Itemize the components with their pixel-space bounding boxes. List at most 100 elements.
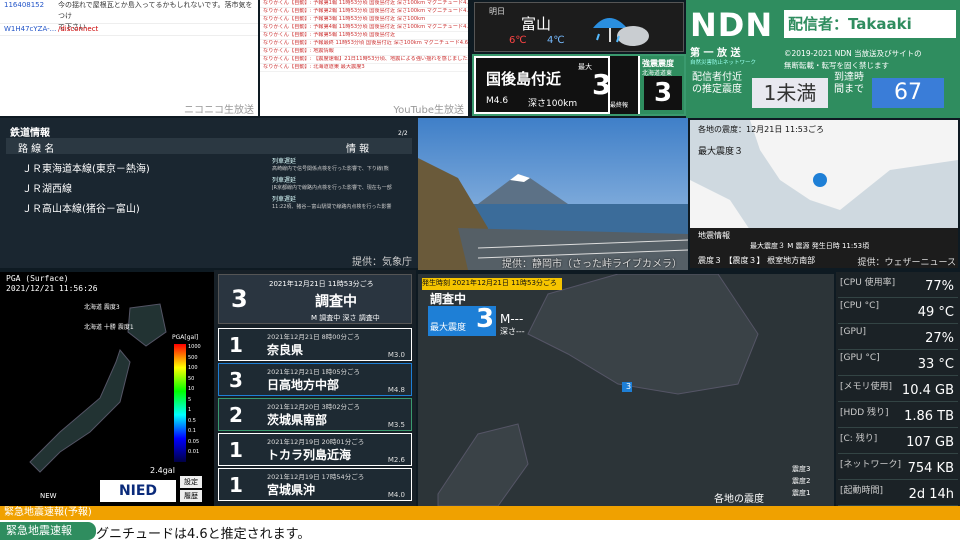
pga-region-label: 北海道 震度3: [84, 304, 120, 311]
system-monitor: [CPU 使用率] 77% [CPU °C] 49 °C [GPU] 27% [GPU °C…: [836, 272, 960, 506]
occur-time: 2021年12月21日 11時53分ごろ: [452, 279, 557, 287]
camera-credit: 提供：静岡市（さった峠ライブカメラ）: [502, 259, 682, 270]
pga-new: NEW: [40, 492, 57, 500]
sys-row: [ネットワーク] 754 KB: [838, 456, 958, 480]
live-camera: 提供：静岡市（さった峠ライブカメラ）: [418, 118, 688, 270]
rail-text: 高崎線内で信号関係点検を行った影響で、下り線(熊: [272, 166, 389, 172]
item-time: 2021年12月21日 1時05分ごろ: [267, 368, 361, 376]
copyright2: 無断転載・転写を固く禁じます: [784, 61, 889, 70]
latest-time: 2021年12月21日 11時53分ごろ: [269, 280, 374, 288]
chat-panel-left: 116408152 今の揺れで屋根瓦とか島入ってるかもしれないです。落市気をつけ…: [0, 0, 258, 116]
rail-credit: 提供：気象庁: [352, 257, 412, 268]
rail-status: 列車遅延: [272, 196, 297, 203]
item-mag: M2.6: [387, 456, 405, 464]
pga-scale-label: 10: [188, 386, 195, 392]
map-ticker: 最大震度３ M 震源 発生日時 11:53頃: [750, 242, 870, 250]
sys-value: 2d 14h: [908, 487, 954, 502]
quake-region: 国後島付近: [486, 70, 562, 88]
pga-scale-label: 500: [188, 354, 198, 361]
weather-city: 富山: [521, 15, 552, 33]
settings-button[interactable]: 設定: [180, 476, 202, 488]
broadcaster-name: 配信者：Takaaki: [784, 10, 956, 38]
map-depth: 深さ---: [500, 327, 525, 336]
weather-low: 4℃: [547, 35, 565, 46]
weather-panel: 明日 富山 6℃ 4℃: [474, 2, 684, 52]
chat-line: なりかくん【自動】: 北海道道東 最大震度3: [260, 64, 468, 72]
ndn-panel: NDN 配信者：Takaaki 第 一 放 送 自然災害防止ネットワーク ©20…: [686, 0, 960, 118]
camera-image: [418, 118, 688, 270]
pga-value: 2.4gal: [150, 466, 175, 475]
chat-line: なりかくん【自動】: 予報最終 11時53分頃 国後島付近 深さ100km マグ…: [260, 40, 468, 48]
rail-text: JR京都線内で線路内点検を行った影響で、現在も一部: [272, 185, 392, 191]
pga-title: PGA (Surface): [6, 274, 69, 283]
weathernews-map: 各地の震度：12月21日 11:53ごろ 最大震度３ 地震情報 最大震度３ M …: [690, 120, 958, 268]
pga-scale-label: 1: [188, 407, 192, 413]
map-bottom: 震度３ 【震度３】 根室地方南部: [698, 256, 816, 265]
item-intensity: 3: [229, 368, 243, 392]
sys-label: [HDD 残り]: [840, 408, 889, 418]
rail-info-panel: 鉄道情報 2/2 路 線 名 情 報 ＪＲ東海道本線(東京－熱海) ＪＲ湖西線 ＪＲ…: [0, 118, 418, 268]
quake-depth: 深さ100km: [528, 99, 578, 109]
quake-list-item[interactable]: 1 2021年12月19日 20時01分ごろ トカラ列島近海 M2.6: [218, 433, 412, 466]
item-time: 2021年12月20日 3時02分ごろ: [267, 403, 361, 411]
rail-route[interactable]: ＪＲ高山本線(猪谷－富山): [22, 200, 140, 215]
chat-row: W1H47cYZA-... /disconnect: [0, 24, 258, 36]
stream-label-niconico: ニコニコ生放送: [184, 105, 254, 116]
rail-text: 11:22頃、猪谷－富山駅間で線路内点検を行った影響: [272, 204, 392, 210]
station-name: 第 一 放 送: [690, 48, 741, 59]
rail-page: 2/2: [398, 130, 408, 137]
sys-value: 27%: [925, 331, 954, 346]
latest-detail: M 調査中 深さ 調査中: [311, 314, 380, 322]
copyright: ©2019-2021 NDN 当放送及びサイトの: [784, 49, 922, 58]
quake-latest[interactable]: 3 2021年12月21日 11時53分ごろ 調査中 M 調査中 深さ 調査中: [218, 274, 412, 324]
intensity-map: 発生時刻 2021年12月21日 11時53分ごろ 調査中 最大震度 3 M--…: [418, 274, 834, 506]
item-place: 茨城県南部: [267, 413, 328, 427]
item-place: 宮城県沖: [267, 483, 316, 497]
map-footer: 各地の震度: [714, 494, 764, 505]
map-max-label: 最大震度３: [698, 147, 744, 157]
quake-magnitude: M4.6: [486, 96, 509, 106]
pga-scale-label: 0.01: [188, 449, 200, 455]
rail-status: 列車遅延: [272, 158, 297, 165]
sys-row: [メモリ使用] 10.4 GB: [838, 378, 958, 402]
quake-max-label: 最大: [578, 63, 592, 71]
map-header: 各地の震度：12月21日 11:53ごろ: [698, 125, 824, 134]
item-mag: M3.0: [387, 351, 405, 359]
rail-route[interactable]: ＪＲ湖西線: [22, 180, 72, 195]
quake-list-item[interactable]: 1 2021年12月21日 8時00分ごろ 奈良県 M3.0: [218, 328, 412, 361]
sys-label: [CPU 使用率]: [840, 278, 896, 288]
sys-label: [C: 残り]: [840, 434, 878, 444]
chat-list: なりかくん【自動】: 予報第1報 11時53分頃 国後島付近 深さ100km マ…: [260, 0, 468, 72]
pga-color-scale: [174, 344, 186, 462]
umbrella-rain-icon: [593, 18, 649, 46]
sys-label: [メモリ使用]: [840, 382, 893, 392]
eew-message: グニチュードは4.6と推定されます。: [96, 527, 311, 540]
chat-user[interactable]: W1H47cYZA-...: [0, 24, 58, 35]
ndn-logo: NDN: [690, 6, 774, 44]
quake-summary-panel: 国後島付近 最大 3 最終報 M4.6 深さ100km 強震震度 北海道道東 3: [472, 54, 686, 116]
history-button[interactable]: 履歴: [180, 490, 202, 502]
chat-line: なりかくん【自動】: 【震度速報】21日11時53分頃、地震による強い揺れを感じ…: [260, 56, 468, 64]
rail-col-info: 情 報: [346, 144, 370, 155]
item-place: 奈良県: [267, 343, 304, 357]
chat-line: なりかくん【自動】: 予報第5報 11時53分頃 国後島付近: [260, 32, 468, 40]
status: 調査中: [430, 292, 467, 306]
item-intensity: 1: [229, 333, 243, 357]
pga-timestamp: 2021/12/21 11:56:26: [6, 284, 98, 293]
eew-banner: 緊急地震速報(予報): [0, 506, 960, 520]
arrival-value: 67: [872, 78, 944, 108]
pga-region-label: 北海道 十勝 震度1: [84, 324, 134, 331]
quake-list-item[interactable]: 3 2021年12月21日 1時05分ごろ 日高地方中部 M4.8: [218, 363, 412, 396]
sys-row: [HDD 残り] 1.86 TB: [838, 404, 958, 428]
rail-route[interactable]: ＪＲ東海道本線(東京－熱海): [22, 160, 150, 175]
chat-panel-mid: なりかくん【自動】: 予報第1報 11時53分頃 国後島付近 深さ100km マ…: [260, 0, 468, 116]
quake-list-item[interactable]: 1 2021年12月19日 17時54分ごろ 宮城県沖 M4.0: [218, 468, 412, 501]
pga-scale-label: 100: [188, 365, 198, 371]
sys-row: [CPU °C] 49 °C: [838, 300, 958, 324]
chat-user[interactable]: 116408152: [0, 0, 58, 23]
sys-label: [ネットワーク]: [840, 460, 902, 470]
sys-label: [起動時間]: [840, 486, 884, 496]
chat-row: 116408152 今の揺れで屋根瓦とか島入ってるかもしれないです。落市気をつけ…: [0, 0, 258, 31]
legend-item: 震度3: [792, 465, 811, 473]
quake-list-item[interactable]: 2 2021年12月20日 3時02分ごろ 茨城県南部 M3.5: [218, 398, 412, 431]
